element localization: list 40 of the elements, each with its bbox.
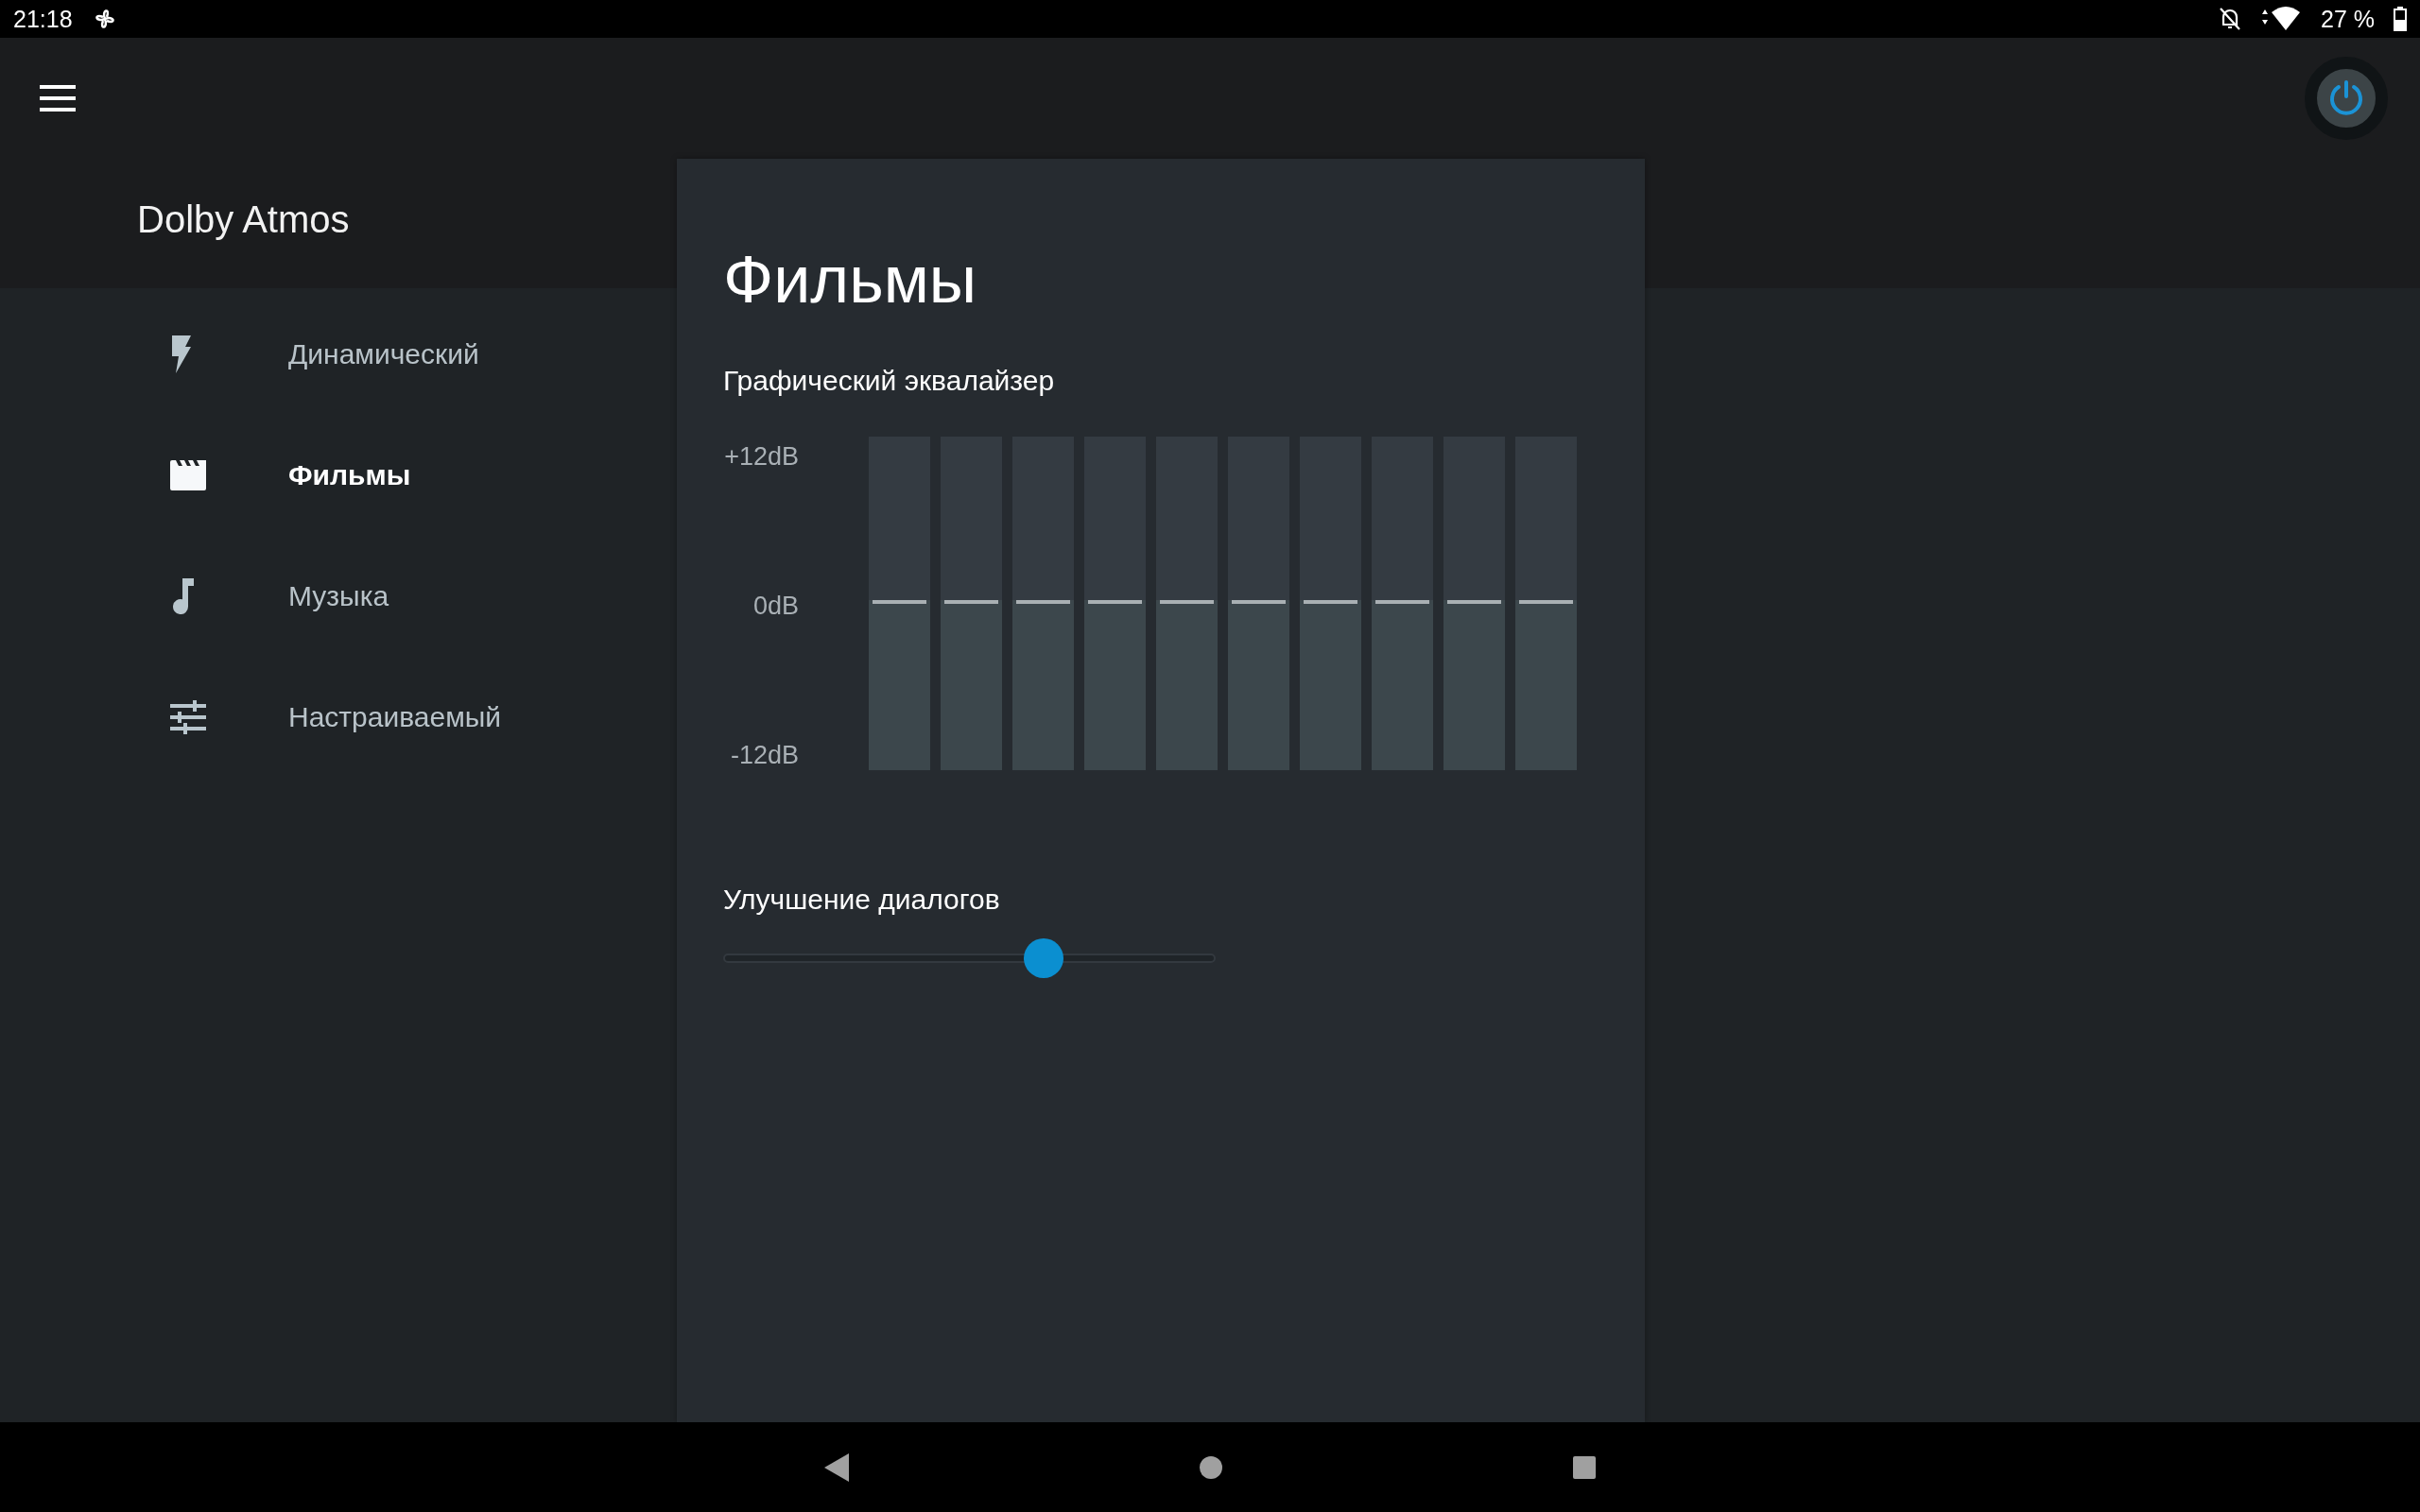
slider[interactable] <box>723 938 1216 978</box>
equalizer-band[interactable] <box>1300 437 1361 770</box>
dialogue-title: Улучшение диалогов <box>723 884 1001 916</box>
recents-icon <box>1573 1455 1596 1479</box>
wifi-icon <box>2260 7 2302 31</box>
clapperboard-icon <box>170 460 208 490</box>
profile-item[interactable]: Динамический <box>0 294 677 415</box>
equalizer-band[interactable] <box>1228 437 1289 770</box>
menu-icon <box>40 85 76 112</box>
equalizer-band[interactable] <box>869 437 930 770</box>
profile-item[interactable]: Настраиваемый <box>0 657 677 778</box>
music-note-icon <box>170 578 195 614</box>
home-button[interactable] <box>1199 1454 1223 1480</box>
equalizer-band[interactable] <box>941 437 1002 770</box>
back-button[interactable] <box>824 1452 849 1482</box>
scale-label: -12dB <box>730 741 799 770</box>
sliders-icon <box>170 700 206 734</box>
equalizer-band[interactable] <box>1084 437 1146 770</box>
equalizer-band[interactable] <box>1443 437 1505 770</box>
profile-title: Фильмы <box>723 242 978 318</box>
battery-icon <box>2394 7 2407 31</box>
equalizer-band[interactable] <box>1012 437 1074 770</box>
status-time: 21:18 <box>13 5 73 33</box>
battery-percent: 27 % <box>2321 5 2375 33</box>
lightning-icon <box>170 335 191 373</box>
home-icon <box>1199 1454 1223 1480</box>
equalizer-band[interactable] <box>1515 437 1577 770</box>
bell-off-icon <box>2219 7 2241 31</box>
profile-item[interactable]: Фильмы <box>0 415 677 536</box>
recents-button[interactable] <box>1573 1455 1596 1479</box>
slider-thumb[interactable] <box>1023 938 1063 978</box>
scale-label: 0dB <box>752 592 799 621</box>
back-icon <box>824 1452 849 1482</box>
scale-label: +12dB <box>724 442 799 472</box>
equalizer-title: Графический эквалайзер <box>723 365 1056 397</box>
power-icon <box>2327 79 2365 117</box>
equalizer-band[interactable] <box>1156 437 1218 770</box>
app-title: Dolby Atmos <box>136 198 351 242</box>
equalizer-band[interactable] <box>1372 437 1433 770</box>
profile-item[interactable]: Музыка <box>0 536 677 657</box>
